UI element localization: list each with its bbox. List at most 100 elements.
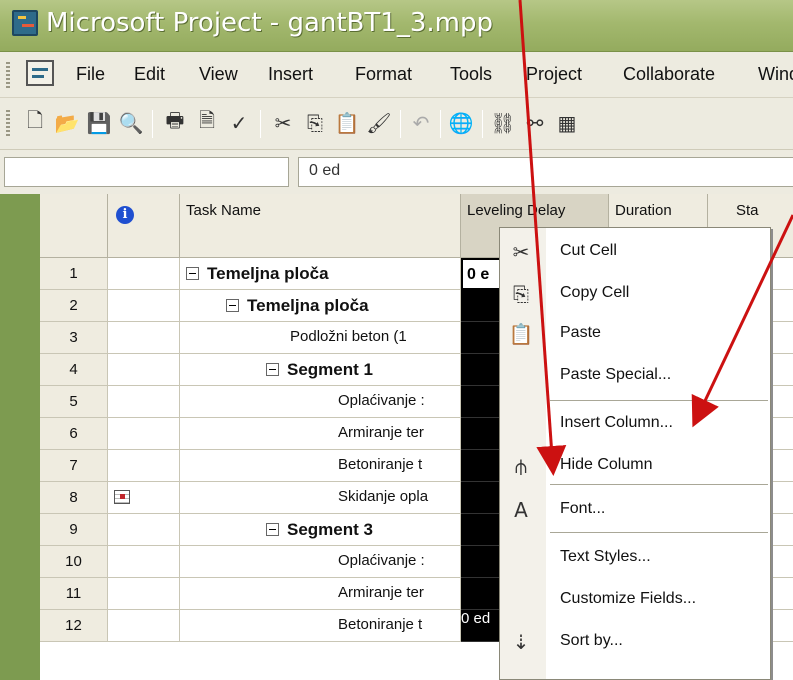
save-icon[interactable]: 💾 — [86, 110, 112, 136]
toolbar-grip-handle[interactable] — [6, 110, 10, 138]
menu-format[interactable]: Format — [355, 64, 412, 85]
task-name-cell[interactable]: Betoniranje t — [180, 450, 461, 482]
column-header-indicators[interactable]: i — [108, 194, 180, 258]
indicator-cell[interactable] — [108, 290, 180, 322]
row-number[interactable]: 12 — [40, 610, 108, 642]
hyperlink-globe-icon[interactable]: 🌐 — [448, 110, 474, 136]
row-number[interactable]: 10 — [40, 546, 108, 578]
search-files-icon[interactable]: 🔍 — [118, 110, 144, 136]
indicator-cell[interactable] — [108, 546, 180, 578]
unlink-tasks-icon[interactable]: ⚯ — [522, 110, 548, 136]
indicator-cell[interactable] — [108, 418, 180, 450]
link-tasks-icon[interactable]: ⛓ — [490, 110, 516, 136]
row-number[interactable]: 9 — [40, 514, 108, 546]
context-menu-paste[interactable]: 📋 Paste — [500, 316, 770, 352]
task-name-cell[interactable]: Segment 1 — [180, 354, 461, 386]
title-bar: Microsoft Project - gantBT1_3.mpp — [0, 0, 793, 52]
task-name-label: Segment 3 — [287, 520, 373, 539]
task-name-cell[interactable]: Armiranje ter — [180, 578, 461, 610]
document-icon[interactable] — [26, 60, 54, 86]
font-icon: A — [514, 498, 528, 522]
indicator-cell[interactable] — [108, 354, 180, 386]
paste-icon[interactable]: 📋 — [334, 110, 360, 136]
spelling-icon[interactable]: ✓ — [226, 110, 252, 136]
menu-edit[interactable]: Edit — [134, 64, 165, 85]
print-icon[interactable]: 🖶 — [162, 108, 188, 136]
row-number[interactable]: 4 — [40, 354, 108, 386]
undo-icon[interactable]: ↶ — [408, 110, 434, 136]
context-menu-hide-column[interactable]: ⫛ Hide Column — [500, 448, 770, 484]
context-menu-paste-special[interactable]: Paste Special... — [500, 358, 770, 394]
context-menu-text-styles[interactable]: Text Styles... — [500, 540, 770, 576]
row-number[interactable]: 6 — [40, 418, 108, 450]
context-menu-label: Font... — [560, 500, 606, 517]
collapse-minus-icon[interactable] — [226, 299, 239, 312]
entry-field[interactable]: 0 ed — [298, 157, 793, 187]
row-number[interactable]: 3 — [40, 322, 108, 354]
indicator-cell[interactable] — [108, 386, 180, 418]
context-menu-customize-fields[interactable]: Customize Fields... — [500, 582, 770, 618]
split-task-icon[interactable]: ▦ — [554, 110, 580, 136]
context-menu-cut-cell[interactable]: ✂ Cut Cell — [500, 234, 770, 270]
row-header-corner[interactable] — [40, 194, 108, 258]
task-name-label: Armiranje ter — [338, 584, 424, 601]
indicator-cell[interactable] — [108, 578, 180, 610]
context-menu-separator — [550, 484, 768, 485]
menu-wind[interactable]: Wind — [758, 64, 793, 85]
entry-bar: 0 ed — [0, 150, 793, 194]
indicator-cell[interactable] — [108, 450, 180, 482]
menu-collaborate[interactable]: Collaborate — [623, 64, 715, 85]
format-painter-icon[interactable]: 🖌 — [366, 110, 392, 136]
menu-insert[interactable]: Insert — [268, 64, 313, 85]
context-menu-sort-by[interactable]: ⇣ Sort by... — [500, 624, 770, 660]
cut-icon[interactable]: ✂ — [270, 110, 296, 136]
row-number[interactable]: 2 — [40, 290, 108, 322]
new-icon[interactable]: 🗋 — [22, 108, 48, 136]
indicator-cell[interactable] — [108, 482, 180, 514]
row-number[interactable]: 5 — [40, 386, 108, 418]
task-name-cell[interactable]: Podložni beton (1 — [180, 322, 461, 354]
toolbar-separator — [440, 110, 441, 138]
column-header-label: Task Name — [186, 202, 262, 219]
menu-file[interactable]: File — [76, 64, 105, 85]
open-icon[interactable]: 📂 — [54, 110, 80, 136]
task-name-cell[interactable]: Betoniranje t — [180, 610, 461, 642]
menu-tools[interactable]: Tools — [450, 64, 492, 85]
entry-bar-cancel-area — [4, 157, 289, 187]
row-number[interactable]: 7 — [40, 450, 108, 482]
task-name-cell[interactable]: Oplaćivanje : — [180, 546, 461, 578]
toolbar-separator — [152, 110, 153, 138]
row-number[interactable]: 8 — [40, 482, 108, 514]
task-name-cell[interactable]: Armiranje ter — [180, 418, 461, 450]
copy-icon[interactable]: ⎘ — [302, 110, 328, 136]
menu-grip-handle[interactable] — [6, 62, 10, 88]
info-icon: i — [116, 206, 134, 224]
context-menu-copy-cell[interactable]: ⎘ Copy Cell — [500, 276, 770, 312]
context-menu-font[interactable]: A Font... — [500, 492, 770, 528]
context-menu-label: Paste Special... — [560, 366, 672, 383]
row-number[interactable]: 1 — [40, 258, 108, 290]
task-name-cell[interactable]: Temeljna ploča — [180, 258, 461, 290]
task-name-cell[interactable]: Oplaćivanje : — [180, 386, 461, 418]
collapse-minus-icon[interactable] — [266, 363, 279, 376]
paste-icon: 📋 — [508, 322, 534, 346]
context-menu-insert-column[interactable]: Insert Column... — [500, 406, 770, 442]
note-indicator-icon[interactable] — [114, 490, 130, 504]
indicator-cell[interactable] — [108, 258, 180, 290]
print-preview-icon[interactable]: 🗎 — [194, 108, 220, 136]
task-name-cell[interactable]: Segment 3 — [180, 514, 461, 546]
collapse-minus-icon[interactable] — [186, 267, 199, 280]
indicator-cell[interactable] — [108, 514, 180, 546]
context-menu-separator — [550, 400, 768, 401]
indicator-cell[interactable] — [108, 322, 180, 354]
menu-view[interactable]: View — [199, 64, 238, 85]
context-menu-label: Insert Column... — [560, 414, 673, 431]
task-name-cell[interactable]: Temeljna ploča — [180, 290, 461, 322]
view-bar-strip[interactable] — [0, 194, 40, 680]
task-name-cell[interactable]: Skidanje opla — [180, 482, 461, 514]
menu-project[interactable]: Project — [526, 64, 582, 85]
collapse-minus-icon[interactable] — [266, 523, 279, 536]
column-header-task-name[interactable]: Task Name — [180, 194, 461, 258]
indicator-cell[interactable] — [108, 610, 180, 642]
row-number[interactable]: 11 — [40, 578, 108, 610]
